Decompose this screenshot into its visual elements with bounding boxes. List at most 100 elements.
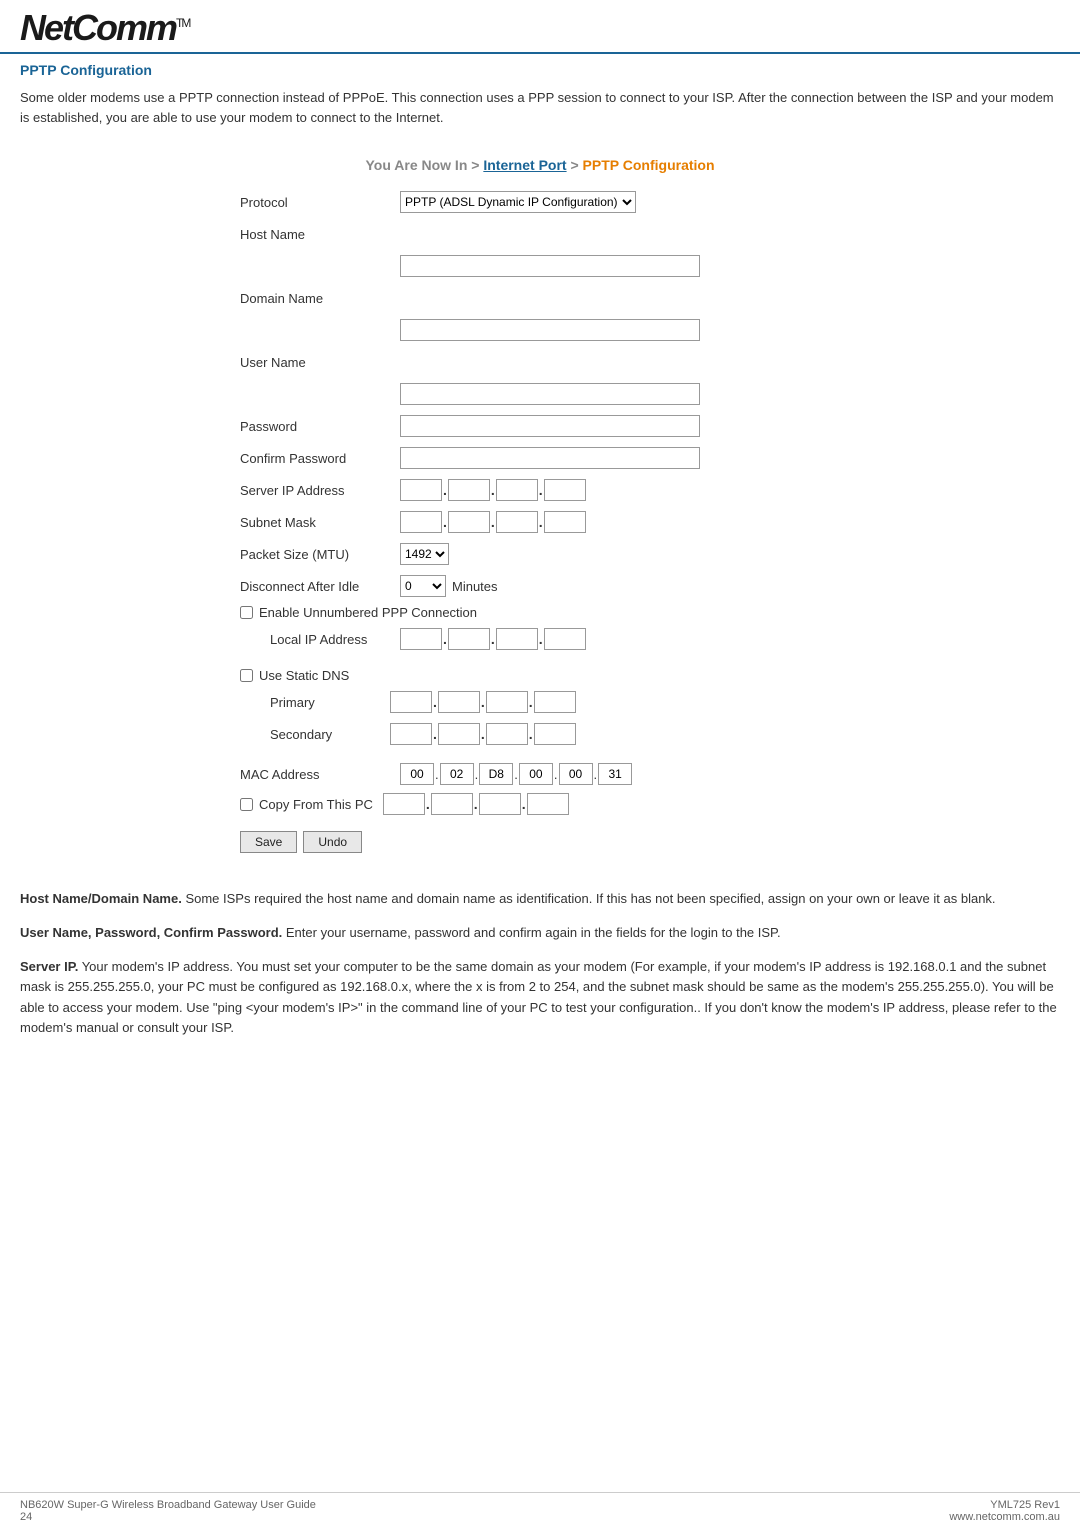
logo-comm: Comm	[72, 7, 176, 48]
user-name-input[interactable]	[400, 383, 700, 405]
undo-button[interactable]: Undo	[303, 831, 362, 853]
host-name-row: Host Name	[240, 221, 840, 247]
logo-tm: TM	[176, 16, 189, 30]
form-area: Protocol PPTP (ADSL Dynamic IP Configura…	[240, 189, 840, 873]
section-title: PPTP Configuration	[0, 54, 1080, 82]
server-ip-octet3[interactable]	[496, 479, 538, 501]
intro-text: Some older modems use a PPTP connection …	[0, 82, 1080, 147]
secondary-octet2[interactable]	[438, 723, 480, 745]
local-ip-octet2[interactable]	[448, 628, 490, 650]
enable-unnumbered-checkbox[interactable]	[240, 606, 253, 619]
user-name-label: User Name	[240, 355, 400, 370]
server-ip-label: Server IP Address	[240, 483, 400, 498]
breadcrumb: You Are Now In > Internet Port > PPTP Co…	[0, 147, 1080, 189]
button-row: Save Undo	[240, 831, 840, 853]
password-input[interactable]	[400, 415, 700, 437]
primary-row: Primary . . .	[270, 689, 840, 715]
domain-name-input[interactable]	[400, 319, 700, 341]
desc-server-ip-text: Your modem's IP address. You must set yo…	[20, 959, 1057, 1034]
server-ip-octet1[interactable]	[400, 479, 442, 501]
secondary-row: Secondary . . .	[270, 721, 840, 747]
footer-page: 24	[20, 1511, 32, 1523]
subnet-mask-group: . . .	[400, 511, 586, 533]
footer-product: NB620W Super-G Wireless Broadband Gatewa…	[20, 1499, 316, 1511]
subnet-mask-label: Subnet Mask	[240, 515, 400, 530]
mac-octet3[interactable]	[479, 763, 513, 785]
copy-from-pc-row: Copy From This PC . . .	[240, 793, 840, 815]
domain-name-input-row	[240, 317, 840, 343]
mac-octet4[interactable]	[519, 763, 553, 785]
user-name-input-row	[240, 381, 840, 407]
primary-octet4[interactable]	[534, 691, 576, 713]
secondary-octet1[interactable]	[390, 723, 432, 745]
local-ip-label: Local IP Address	[270, 632, 400, 647]
use-static-dns-label: Use Static DNS	[259, 668, 349, 683]
confirm-password-input[interactable]	[400, 447, 700, 469]
footer-left: NB620W Super-G Wireless Broadband Gatewa…	[20, 1499, 316, 1523]
desc-server-ip: Server IP. Your modem's IP address. You …	[20, 957, 1060, 1038]
use-static-dns-row: Use Static DNS	[240, 668, 840, 683]
footer-url: www.netcomm.com.au	[949, 1511, 1060, 1523]
subnet-octet1[interactable]	[400, 511, 442, 533]
mac-octet2[interactable]	[440, 763, 474, 785]
disconnect-select[interactable]: 0	[400, 575, 446, 597]
disconnect-unit: Minutes	[452, 579, 498, 594]
save-button[interactable]: Save	[240, 831, 297, 853]
primary-octet3[interactable]	[486, 691, 528, 713]
desc-user-pass-text: Enter your username, password and confir…	[286, 925, 781, 940]
mac-octet6[interactable]	[598, 763, 632, 785]
protocol-row: Protocol PPTP (ADSL Dynamic IP Configura…	[240, 189, 840, 215]
host-name-input-row	[240, 253, 840, 279]
disconnect-label: Disconnect After Idle	[240, 579, 400, 594]
local-ip-row: Local IP Address . . .	[270, 626, 840, 652]
enable-unnumbered-row: Enable Unnumbered PPP Connection	[240, 605, 840, 620]
primary-label: Primary	[270, 695, 390, 710]
server-ip-group: . . .	[400, 479, 586, 501]
logo: NetCommTM	[20, 10, 189, 46]
footer: NB620W Super-G Wireless Broadband Gatewa…	[0, 1492, 1080, 1529]
footer-version: YML725 Rev1	[990, 1499, 1060, 1511]
copy-ip-octet3[interactable]	[479, 793, 521, 815]
primary-octet1[interactable]	[390, 691, 432, 713]
mac-address-label: MAC Address	[240, 767, 400, 782]
packet-size-row: Packet Size (MTU) 1492	[240, 541, 840, 567]
copy-ip-octet1[interactable]	[383, 793, 425, 815]
packet-size-select[interactable]: 1492	[400, 543, 449, 565]
host-name-input[interactable]	[400, 255, 700, 277]
breadcrumb-internet-port[interactable]: Internet Port	[483, 157, 566, 173]
copy-from-pc-ip-group: . . .	[383, 793, 569, 815]
user-name-row: User Name	[240, 349, 840, 375]
password-label: Password	[240, 419, 400, 434]
copy-ip-octet2[interactable]	[431, 793, 473, 815]
mac-address-group: . . . . .	[400, 763, 632, 785]
copy-from-pc-checkbox[interactable]	[240, 798, 253, 811]
primary-octet2[interactable]	[438, 691, 480, 713]
local-ip-octet1[interactable]	[400, 628, 442, 650]
local-ip-octet4[interactable]	[544, 628, 586, 650]
subnet-octet2[interactable]	[448, 511, 490, 533]
server-ip-octet4[interactable]	[544, 479, 586, 501]
domain-name-label: Domain Name	[240, 291, 400, 306]
subnet-octet4[interactable]	[544, 511, 586, 533]
primary-ip-group: . . .	[390, 691, 576, 713]
use-static-dns-checkbox[interactable]	[240, 669, 253, 682]
secondary-octet3[interactable]	[486, 723, 528, 745]
secondary-octet4[interactable]	[534, 723, 576, 745]
mac-octet1[interactable]	[400, 763, 434, 785]
breadcrumb-current: PPTP Configuration	[583, 157, 715, 173]
server-ip-row: Server IP Address . . .	[240, 477, 840, 503]
domain-name-row: Domain Name	[240, 285, 840, 311]
server-ip-octet2[interactable]	[448, 479, 490, 501]
copy-from-pc-label: Copy From This PC	[259, 797, 373, 812]
confirm-password-row: Confirm Password	[240, 445, 840, 471]
breadcrumb-you-are: You Are Now In	[365, 157, 467, 173]
protocol-select[interactable]: PPTP (ADSL Dynamic IP Configuration)	[400, 191, 636, 213]
logo-net: Net	[20, 7, 72, 48]
desc-server-ip-bold: Server IP.	[20, 959, 78, 974]
mac-octet5[interactable]	[559, 763, 593, 785]
header: NetCommTM	[0, 0, 1080, 54]
subnet-octet3[interactable]	[496, 511, 538, 533]
copy-ip-octet4[interactable]	[527, 793, 569, 815]
local-ip-octet3[interactable]	[496, 628, 538, 650]
secondary-ip-group: . . .	[390, 723, 576, 745]
